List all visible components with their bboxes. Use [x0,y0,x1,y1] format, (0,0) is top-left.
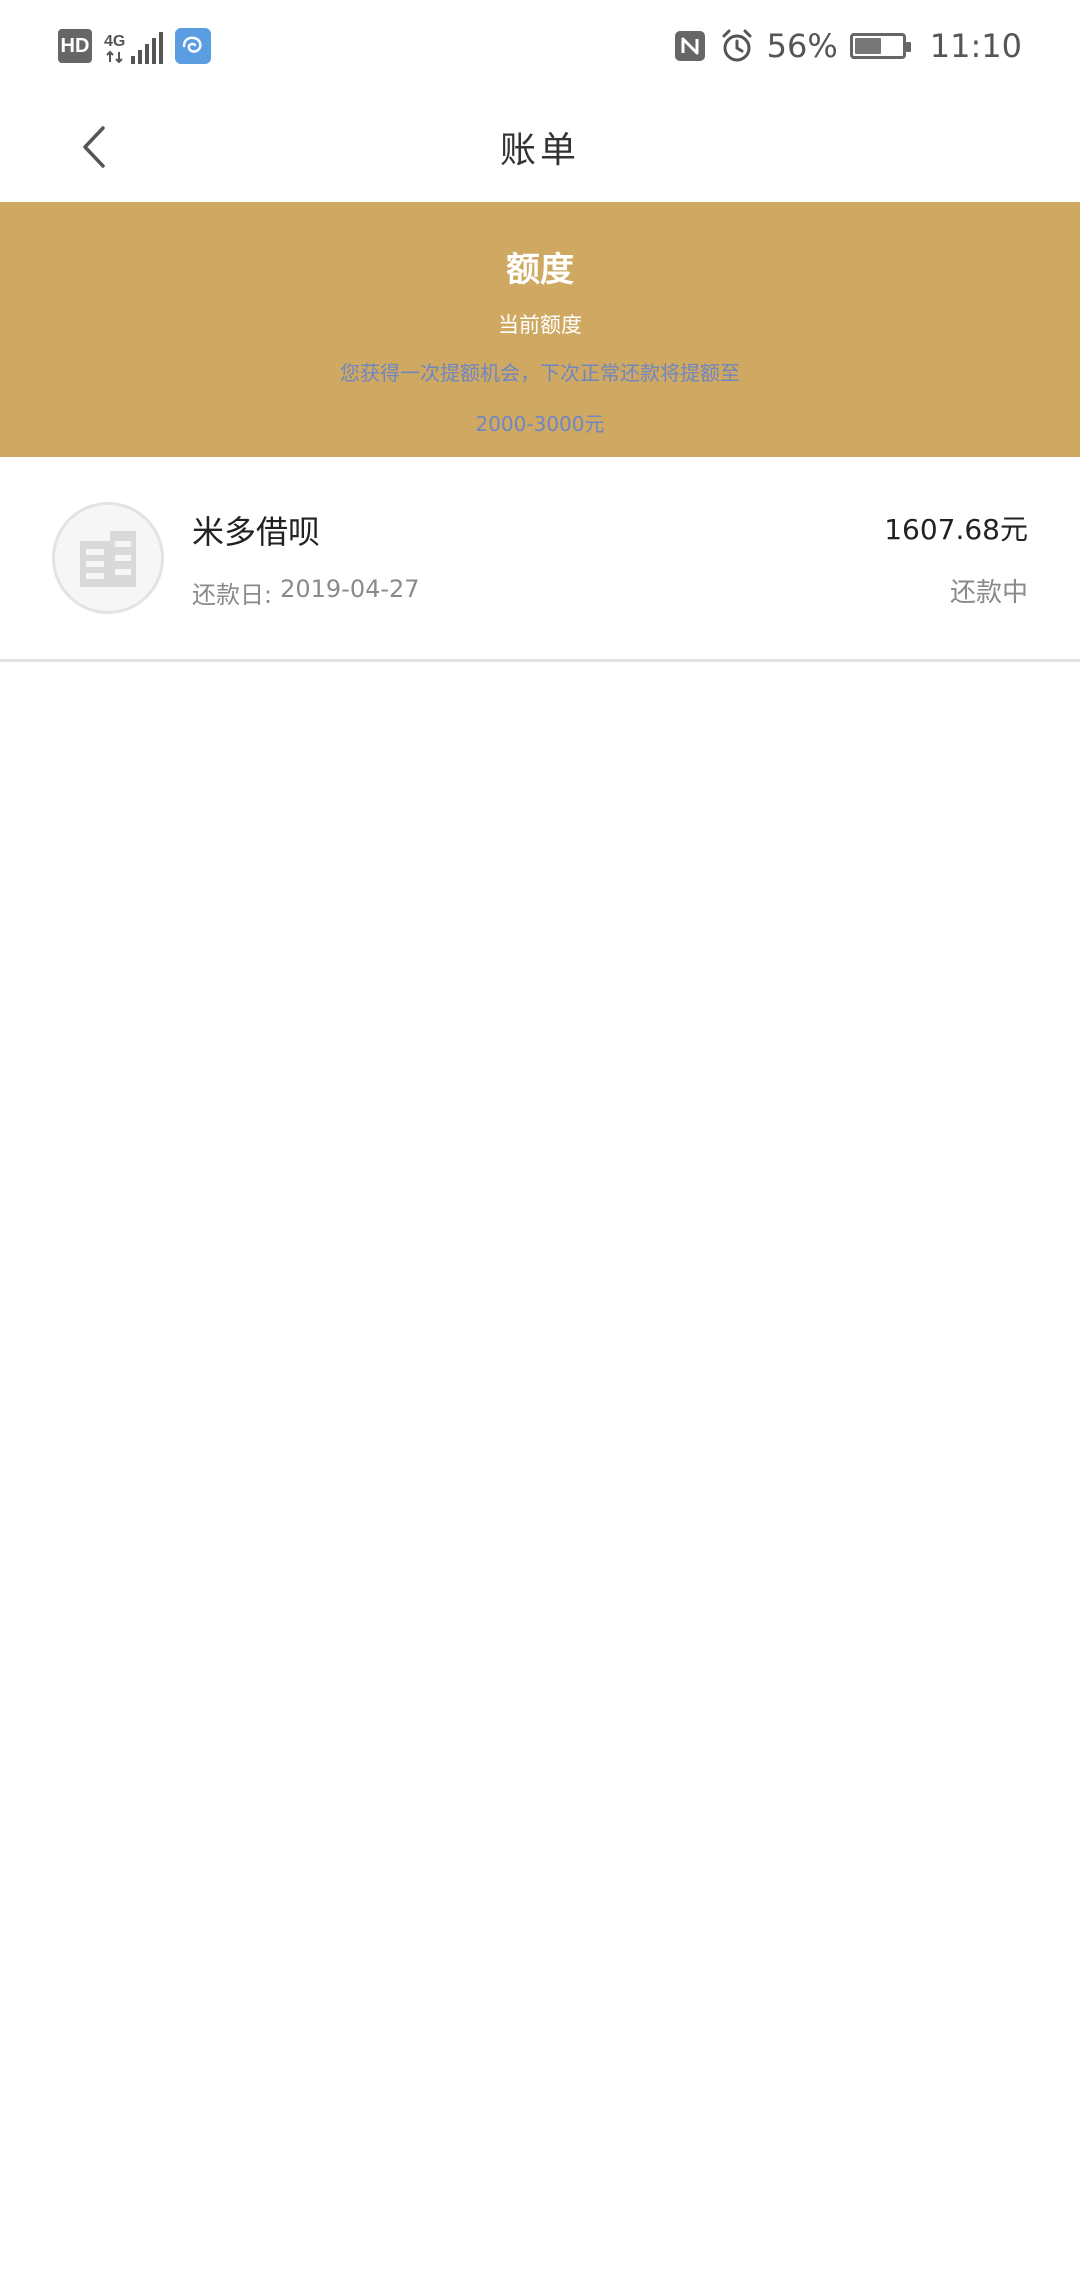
quota-title: 额度 [506,250,574,290]
bill-list-item[interactable]: 米多借呗 还款日: 2019-04-27 1607.68元 还款中 [0,457,1080,662]
battery-icon [849,33,911,59]
clock-time: 11:10 [929,27,1022,65]
status-bar: HD 4G 56% 11:10 [0,0,1080,92]
status-bar-right: 56% 11:10 [673,27,1022,65]
bill-right: 1607.68元 还款中 [884,508,1028,609]
data-arrows-icon [105,50,123,64]
status-bar-left: HD 4G [58,28,212,64]
back-button[interactable] [60,112,130,182]
battery-level [854,38,881,54]
bill-date-row: 还款日: 2019-04-27 [192,575,884,610]
chevron-left-icon [83,126,105,168]
quota-banner: 额度 当前额度 您获得一次提额机会，下次正常还款将提额至 2000-3000元 [0,202,1080,457]
nfc-icon [674,31,705,61]
signal-bars [131,32,164,64]
building-icon [80,531,136,587]
battery-percent: 56% [766,27,838,65]
bill-amount: 1607.68元 [884,512,1028,546]
quota-range: 2000-3000元 [475,412,605,436]
app-notification-icon [175,28,212,64]
bill-date-label: 还款日: [192,580,273,609]
bill-date: 2019-04-27 [280,574,420,603]
bill-name: 米多借呗 [192,512,321,551]
quota-tip: 您获得一次提额机会，下次正常还款将提额至 [340,361,740,385]
bill-info: 米多借呗 还款日: 2019-04-27 [192,507,884,610]
network-type-label: 4G [104,33,126,50]
signal-icon: 4G [104,28,164,64]
bill-status: 还款中 [949,577,1028,608]
alarm-icon [722,29,752,62]
hd-icon: HD [58,29,92,63]
nav-bar: 账单 [0,92,1080,202]
quota-subtitle: 当前额度 [498,313,582,337]
page-title: 账单 [499,130,580,171]
avatar [52,502,164,614]
